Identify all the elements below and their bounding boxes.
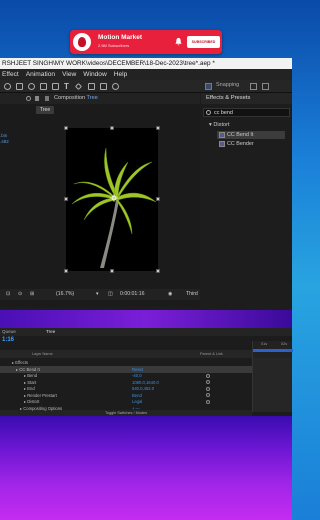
menu-view[interactable]: View — [62, 71, 76, 78]
column-parent: Parent & Link — [200, 352, 223, 356]
menu-effect[interactable]: Effect — [2, 71, 19, 78]
effect-icon — [219, 132, 225, 138]
property-name: ▸ Compositing Options — [20, 405, 63, 411]
transform-handle[interactable] — [64, 126, 68, 130]
keyframe-track[interactable] — [252, 358, 292, 412]
composition-canvas[interactable] — [64, 126, 160, 273]
workspace-icon[interactable] — [262, 83, 269, 90]
clone-tool-icon[interactable] — [88, 83, 95, 90]
comp-menu-icon[interactable] — [45, 96, 49, 101]
brush-tool-icon[interactable] — [74, 82, 83, 91]
pen-tool-icon[interactable] — [52, 83, 59, 90]
timecode[interactable]: 0:00:01:16 — [120, 289, 145, 300]
grid-icon[interactable]: ⊞ — [30, 289, 34, 300]
transform-handle[interactable] — [64, 197, 68, 201]
channel-name: Motion Market — [98, 34, 143, 41]
transform-handle[interactable] — [110, 126, 114, 130]
side-value-2: .482 — [0, 139, 9, 144]
ruler-label: 01s — [261, 342, 268, 346]
effects-presets-panel: Effects & Presets cc bend ▾ Distort CC B… — [201, 93, 292, 307]
stopwatch-icon[interactable] — [206, 380, 210, 384]
window-title: RSHJEET SINGH\MY WORK\videos\DECEMBER\18… — [0, 58, 292, 69]
tab-composition[interactable]: Composition Tree — [54, 93, 98, 104]
camera-snapshot-icon[interactable]: ◉ — [168, 289, 173, 300]
transform-handle[interactable] — [156, 269, 160, 273]
menu-animation[interactable]: Animation — [26, 71, 55, 78]
composition-tab-bar: Composition Tree — [0, 93, 200, 104]
fast-preview-icon[interactable]: ▾ — [96, 289, 99, 300]
search-icon — [206, 110, 211, 115]
snapshot-icon[interactable]: ⊙ — [18, 289, 22, 300]
rotate-tool-icon[interactable] — [4, 83, 11, 90]
bell-icon[interactable] — [174, 37, 183, 46]
after-effects-window: RSHJEET SINGH\MY WORK\videos\DECEMBER\18… — [0, 58, 292, 310]
composition-panel: Composition Tree Tree .bin .482 ⊡ ⊙ ⊞ (1… — [0, 93, 200, 307]
stopwatch-icon[interactable] — [206, 373, 210, 378]
composition-name-tag[interactable]: Tree — [36, 106, 55, 114]
tab-tree[interactable]: Tree — [46, 328, 55, 336]
effects-category-distort[interactable]: ▾ Distort — [209, 122, 230, 128]
snapping-checkbox[interactable] — [205, 83, 212, 90]
subscribed-button[interactable]: SUBSCRIBED — [187, 36, 220, 48]
current-time[interactable]: 1:16 — [2, 337, 14, 343]
type-tool-icon[interactable]: T — [64, 82, 69, 91]
transform-handle[interactable] — [110, 269, 114, 273]
ruler-label: 02s — [281, 342, 288, 346]
column-layer-name: Layer Name — [32, 352, 53, 356]
menu-window[interactable]: Window — [83, 71, 106, 78]
stopwatch-icon[interactable] — [206, 386, 210, 391]
transform-handle[interactable] — [156, 197, 160, 201]
region-icon[interactable]: ◫ — [108, 289, 113, 300]
transform-handle[interactable] — [156, 126, 160, 130]
effect-icon — [219, 141, 225, 147]
subscribe-banner: Motion Market 2.5M Subscribers SUBSCRIBE… — [70, 30, 222, 54]
timeline-panel: Queue Tree 1:16 Layer Name Parent & Link… — [0, 328, 293, 416]
tab-render-queue[interactable]: Queue — [2, 328, 16, 336]
subscriber-count: 2.5M Subscribers — [98, 43, 130, 48]
eraser-tool-icon[interactable] — [100, 83, 107, 90]
stopwatch-icon[interactable] — [206, 399, 210, 404]
effects-panel-title[interactable]: Effects & Presets — [201, 93, 292, 104]
mask-tool-icon[interactable] — [40, 83, 47, 90]
stopwatch-icon[interactable] — [206, 393, 210, 397]
comp-flowchart-icon[interactable] — [35, 96, 39, 101]
timeline-tabs: Queue Tree — [0, 328, 292, 336]
time-ruler[interactable]: 01s 02s — [252, 341, 293, 358]
background-gradient — [0, 416, 292, 520]
palm-tree-image — [71, 147, 157, 268]
preview-icon[interactable]: ⊡ — [6, 289, 10, 300]
transform-handle[interactable] — [64, 269, 68, 273]
divider-band — [0, 310, 292, 328]
expand-icon[interactable] — [250, 83, 257, 90]
menu-help[interactable]: Help — [114, 71, 128, 78]
side-values: .bin .482 — [0, 133, 16, 193]
effect-item-cc-bend-it[interactable]: CC Bend It — [217, 131, 285, 139]
channel-logo-icon — [73, 33, 91, 51]
lock-icon[interactable] — [26, 96, 31, 101]
puppet-tool-icon[interactable] — [112, 83, 119, 90]
pan-tool-icon[interactable] — [28, 83, 35, 90]
layer-header: Layer Name Parent & Link — [0, 350, 252, 358]
camera-tool-icon[interactable] — [16, 83, 23, 90]
property-row[interactable]: ▸ Compositing Options + — — [0, 405, 252, 412]
snapping-label: Snapping — [216, 82, 240, 88]
composition-footer: ⊡ ⊙ ⊞ (16.7%) ▾ ◫ 0:00:01:16 ◉ Third — [0, 289, 200, 300]
property-value[interactable]: + — — [132, 405, 140, 412]
menu-bar: Effect Animation View Window Help — [0, 69, 292, 80]
view-resolution[interactable]: Third — [186, 289, 198, 300]
work-area-bar[interactable] — [253, 349, 293, 352]
tools-bar: T Snapping — [0, 80, 292, 93]
zoom-level[interactable]: (16.7%) — [56, 289, 74, 300]
effects-search-input[interactable]: cc bend — [203, 108, 290, 117]
effect-item-cc-bender[interactable]: CC Bender — [217, 140, 285, 148]
